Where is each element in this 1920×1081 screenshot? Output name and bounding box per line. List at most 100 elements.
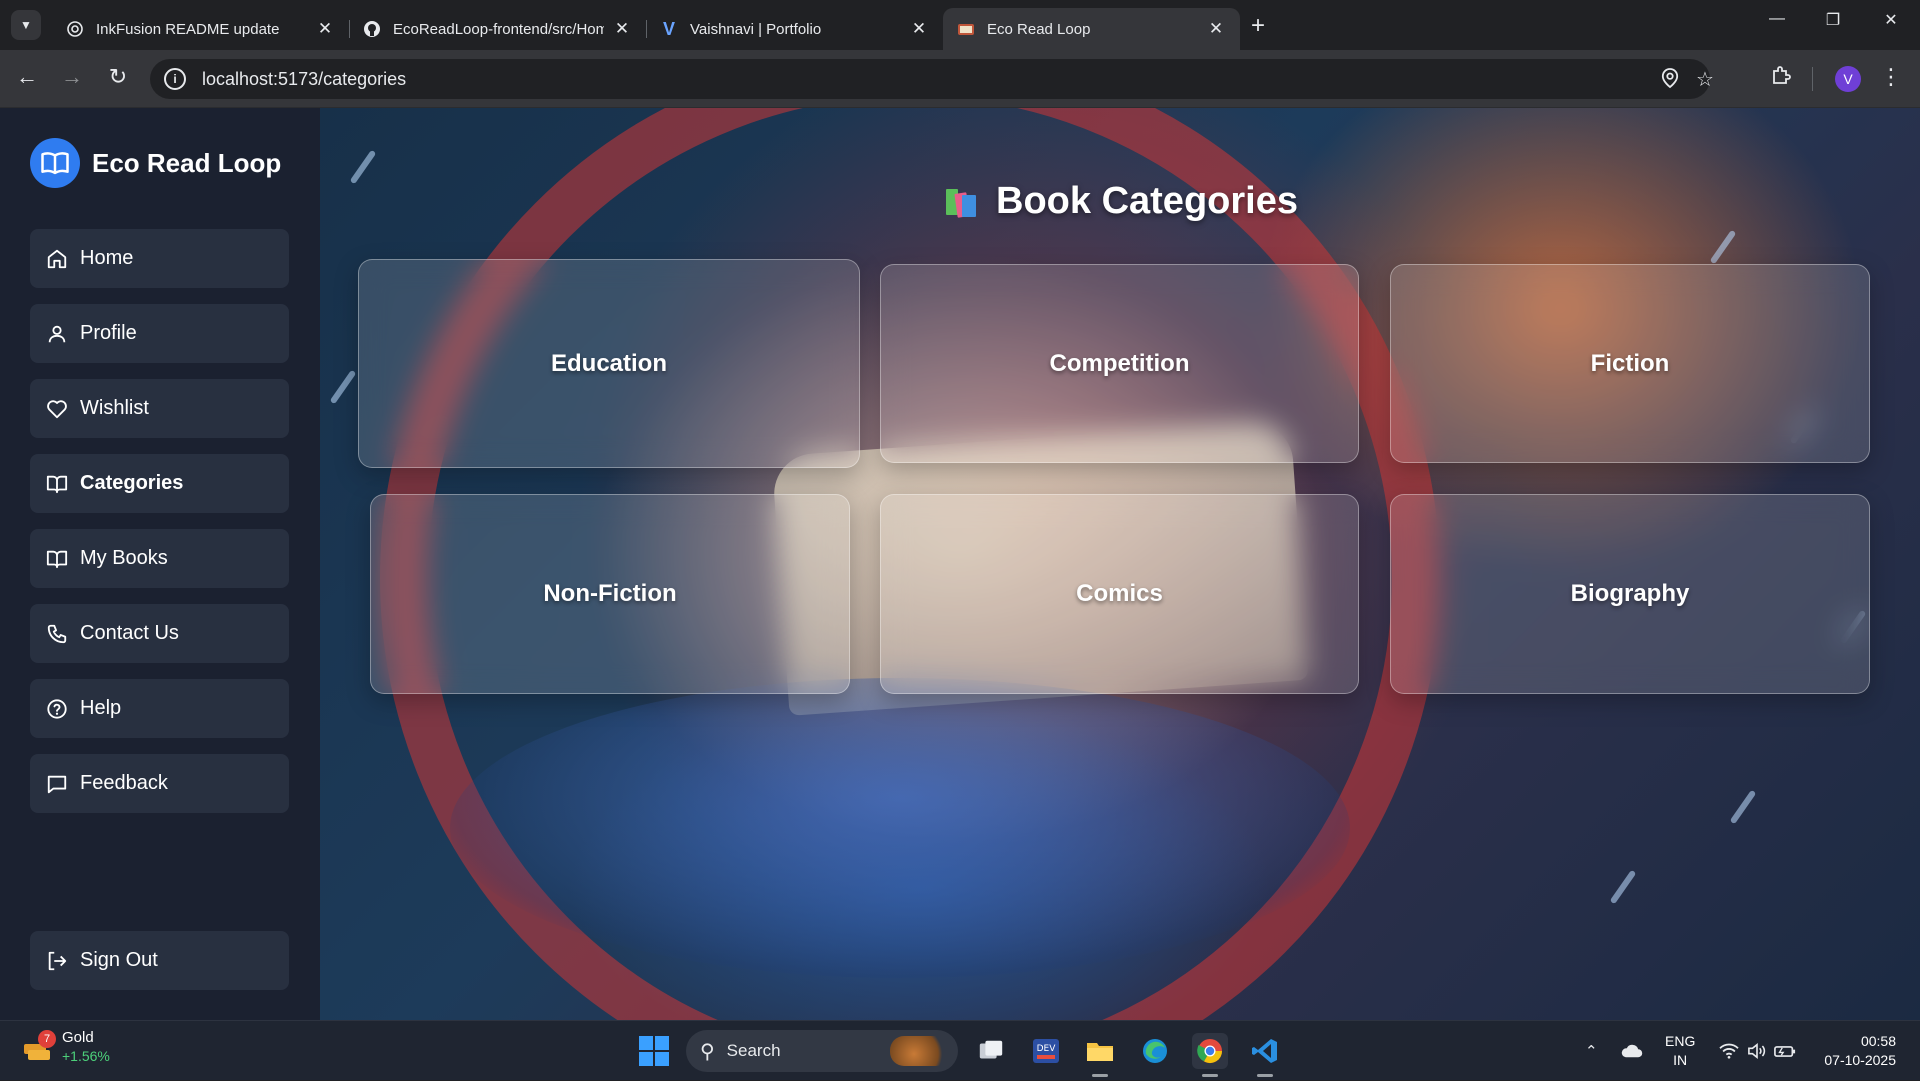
browser-tab[interactable]: V Vaishnavi | Portfolio ✕ [646,8,943,50]
chevron-down-icon: ▼ [20,18,32,32]
url-text[interactable]: localhost:5173/categories [202,69,406,90]
category-label: Biography [1570,580,1690,607]
tab-search-dropdown[interactable]: ▼ [11,10,41,40]
clock-time: 00:58 [1860,1033,1896,1049]
svg-text:DEV: DEV [1037,1044,1057,1054]
sidebar-item-label: Home [80,247,134,269]
book-logo-icon [30,138,80,188]
sidebar-item-help[interactable]: Help [30,679,289,738]
category-card-competition[interactable]: Competition [880,264,1359,463]
edge-browser-icon[interactable] [1137,1033,1173,1069]
file-explorer-icon[interactable] [1082,1033,1118,1077]
location-pin-icon[interactable] [1661,67,1679,95]
battery-icon[interactable] [1774,1021,1796,1081]
background-streak [1729,789,1757,825]
page-title: Book Categories [320,180,1920,223]
brand[interactable]: Eco Read Loop [30,138,281,188]
reload-icon[interactable]: ↻ [103,64,133,90]
language-code: ENG [1665,1033,1696,1049]
phone-icon [47,624,67,643]
category-card-biography[interactable]: Biography [1390,494,1870,694]
show-hidden-icons-chevron-icon[interactable]: ⌃ [1585,1021,1598,1081]
log-out-icon [48,951,67,970]
task-view-icon[interactable] [973,1033,1009,1069]
background-streak [329,369,357,405]
eco-read-loop-icon [957,20,975,38]
tab-list: InkFusion README update ✕ EcoReadLoop-fr… [52,8,1240,50]
home-icon [47,249,67,268]
sidebar-item-my-books[interactable]: My Books [30,529,289,588]
category-card-education[interactable]: Education [358,259,860,468]
taskbar-search-label: Search [726,1041,781,1060]
sidebar-item-label: Wishlist [80,397,149,419]
widget-title: Gold [62,1029,94,1046]
github-icon [363,20,381,38]
heart-icon [47,399,67,418]
address-bar[interactable]: i localhost:5173/categories ☆ [150,59,1714,99]
widgets-button[interactable]: 7 Gold +1.56% [20,1029,110,1065]
tab-title: Eco Read Loop [987,20,1091,38]
notification-badge: 7 [38,1030,56,1048]
user-icon [48,325,66,342]
star-icon[interactable]: ☆ [1696,67,1714,92]
sign-out-label: Sign Out [80,949,158,971]
close-icon[interactable]: ✕ [315,19,335,39]
category-card-fiction[interactable]: Fiction [1390,264,1870,463]
sidebar-item-feedback[interactable]: Feedback [30,754,289,813]
profile-avatar[interactable]: V [1835,66,1861,92]
sidebar-item-label: Help [80,697,122,719]
message-square-icon [47,775,67,793]
close-icon[interactable]: ✕ [1206,19,1226,39]
sidebar-item-home[interactable]: Home [30,229,289,288]
region-code: IN [1673,1052,1688,1068]
more-menu-icon[interactable]: ⋮ [1880,64,1902,90]
sidebar-nav: Home Profile Wishlist Categories My Book… [30,229,289,829]
tab-title: InkFusion README update [96,20,280,38]
sidebar-item-categories[interactable]: Categories [30,454,289,513]
extensions-puzzle-icon[interactable] [1770,64,1792,92]
restore-icon[interactable]: ❐ [1818,10,1848,30]
dev-app-icon[interactable]: DEV [1028,1033,1064,1069]
sidebar-item-contact-us[interactable]: Contact Us [30,604,289,663]
background-streak [1709,229,1737,265]
back-arrow-icon[interactable]: ← [12,64,42,90]
main-content: Book Categories Education Competition Fi… [320,108,1920,1020]
onedrive-cloud-icon[interactable] [1620,1021,1644,1081]
windows-start-icon[interactable] [639,1036,669,1066]
sidebar-item-label: Feedback [80,772,168,794]
search-highlight-image [890,1036,950,1066]
browser-tab[interactable]: InkFusion README update ✕ [52,8,349,50]
app-page: Eco Read Loop Home Profile Wishlist Cate… [0,108,1920,1020]
chrome-browser-icon[interactable] [1192,1033,1228,1077]
volume-icon[interactable] [1746,1021,1768,1081]
os-taskbar: 7 Gold +1.56% ⚲ Search DEV ⌃ ENG IN 00:5… [0,1020,1920,1080]
forward-arrow-icon[interactable]: → [57,64,87,90]
language-indicator[interactable]: ENG IN [1665,1032,1695,1070]
browser-tab[interactable]: EcoReadLoop-frontend/src/Hom ✕ [349,8,646,50]
sidebar-item-wishlist[interactable]: Wishlist [30,379,289,438]
browser-tab-strip: ▼ InkFusion README update ✕ EcoReadLoop-… [0,0,1920,50]
system-clock[interactable]: 00:58 07-10-2025 [1812,1032,1896,1070]
sidebar-item-profile[interactable]: Profile [30,304,289,363]
site-info-icon[interactable]: i [164,68,186,90]
tab-title: EcoReadLoop-frontend/src/Hom [393,20,604,38]
taskbar-search[interactable]: ⚲ Search [686,1030,958,1072]
minimize-icon[interactable]: — [1762,10,1792,28]
clock-date: 07-10-2025 [1824,1052,1896,1068]
vscode-icon[interactable] [1247,1033,1283,1077]
brand-name: Eco Read Loop [92,147,282,178]
wifi-icon[interactable] [1718,1021,1740,1081]
window-close-icon[interactable]: ✕ [1876,10,1906,30]
help-circle-icon [47,698,67,719]
sidebar-item-label: Profile [80,322,137,344]
new-tab-button[interactable]: + [1245,12,1271,40]
close-icon[interactable]: ✕ [612,19,632,39]
sidebar-item-label: Contact Us [80,622,179,644]
page-title-text: Book Categories [996,180,1298,222]
background-hand-shape [450,678,1350,978]
browser-tab-active[interactable]: Eco Read Loop ✕ [943,8,1240,50]
close-icon[interactable]: ✕ [909,19,929,39]
sign-out-button[interactable]: Sign Out [30,931,289,990]
category-card-non-fiction[interactable]: Non-Fiction [370,494,850,694]
category-card-comics[interactable]: Comics [880,494,1359,694]
